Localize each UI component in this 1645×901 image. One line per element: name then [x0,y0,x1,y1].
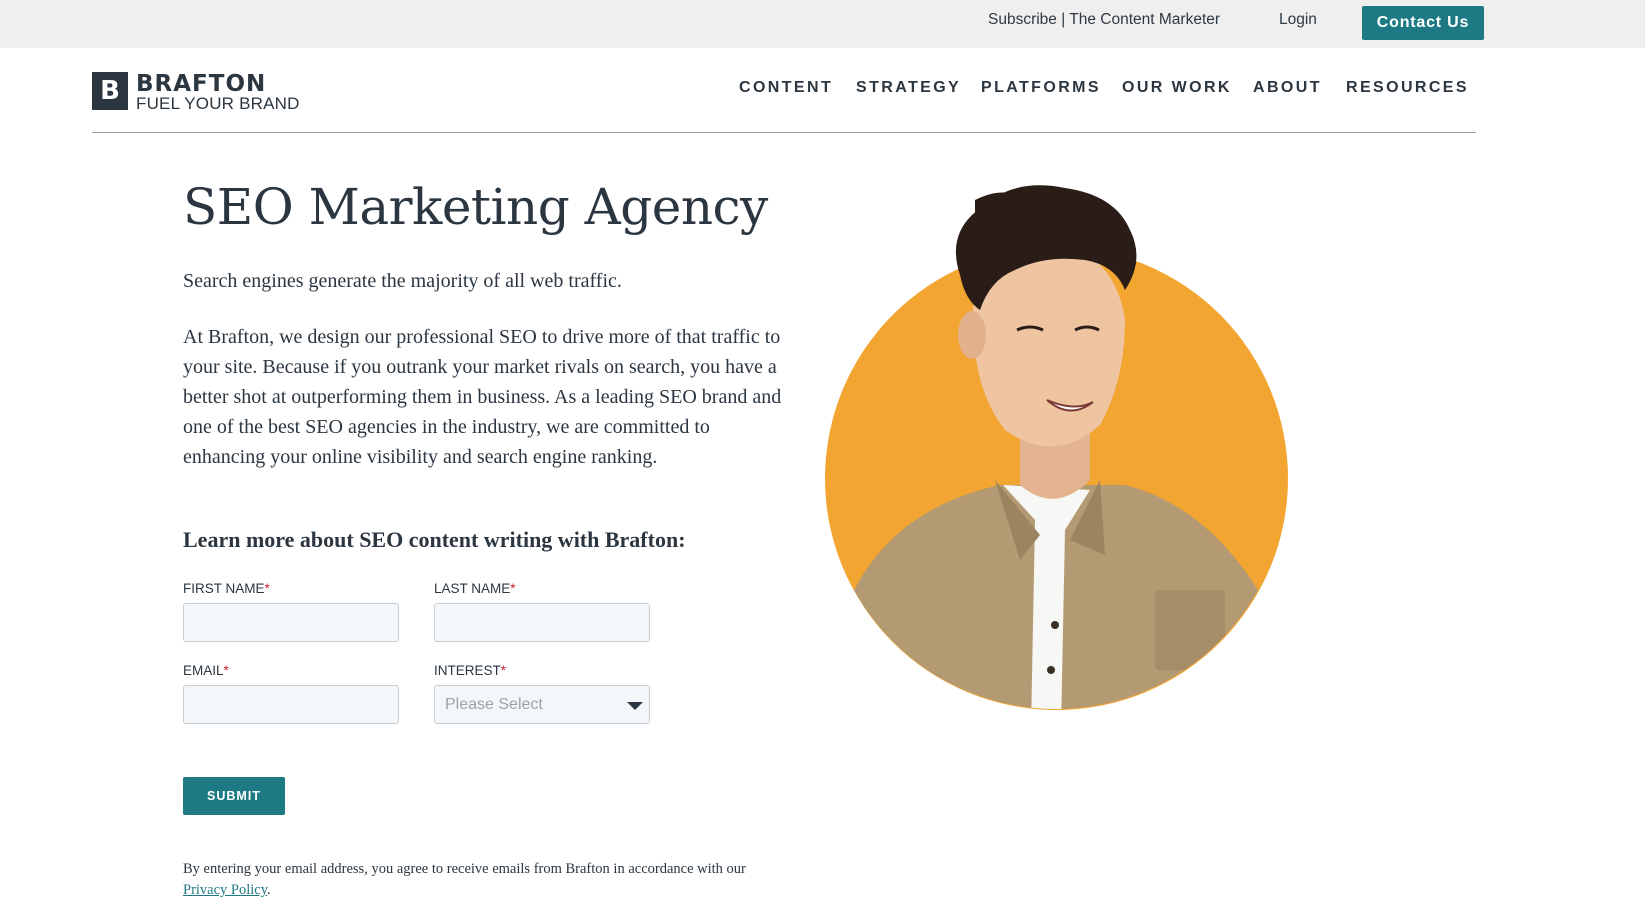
privacy-policy-link[interactable]: Privacy Policy [183,882,267,898]
interest-label: INTEREST* [434,663,507,678]
nav-item-our-work[interactable]: OUR WORK [1122,79,1232,97]
interest-select[interactable]: Please Select [434,685,650,724]
brand-tagline: FUEL YOUR BRAND [136,94,300,113]
logo-letter: B [100,76,120,106]
submit-button[interactable]: SUBMIT [183,777,285,815]
first-name-label: FIRST NAME* [183,581,270,596]
form-disclaimer: By entering your email address, you agre… [183,861,746,898]
logo-mark: B [92,72,128,110]
last-name-label: LAST NAME* [434,581,516,596]
email-field[interactable] [183,685,399,724]
chevron-down-icon [627,702,643,710]
nav-item-resources[interactable]: RESOURCES [1346,79,1469,97]
page-title: SEO Marketing Agency [183,178,768,236]
form-heading: Learn more about SEO content writing wit… [183,527,686,552]
nav-item-about[interactable]: ABOUT [1253,79,1322,97]
login-link[interactable]: Login [1279,11,1317,29]
subscribe-link[interactable]: Subscribe | The Content Marketer [988,11,1220,29]
brand-logo[interactable]: B BRAFTON FUEL YOUR BRAND [92,71,307,113]
nav-item-strategy[interactable]: STRATEGY [856,79,961,97]
email-label: EMAIL* [183,663,229,678]
header-divider [92,132,1476,133]
last-name-field[interactable] [434,603,650,642]
nav-item-platforms[interactable]: PLATFORMS [981,79,1101,97]
hero-intro: Search engines generate the majority of … [183,270,622,292]
first-name-field[interactable] [183,603,399,642]
nav-item-content[interactable]: CONTENT [739,79,833,97]
hero-person-image [825,185,1285,709]
contact-us-button[interactable]: Contact Us [1362,6,1484,40]
hero-body: At Brafton, we design our professional S… [183,326,782,468]
interest-placeholder: Please Select [445,696,543,713]
utility-bar: Subscribe | The Content Marketer Login C… [0,0,1645,48]
